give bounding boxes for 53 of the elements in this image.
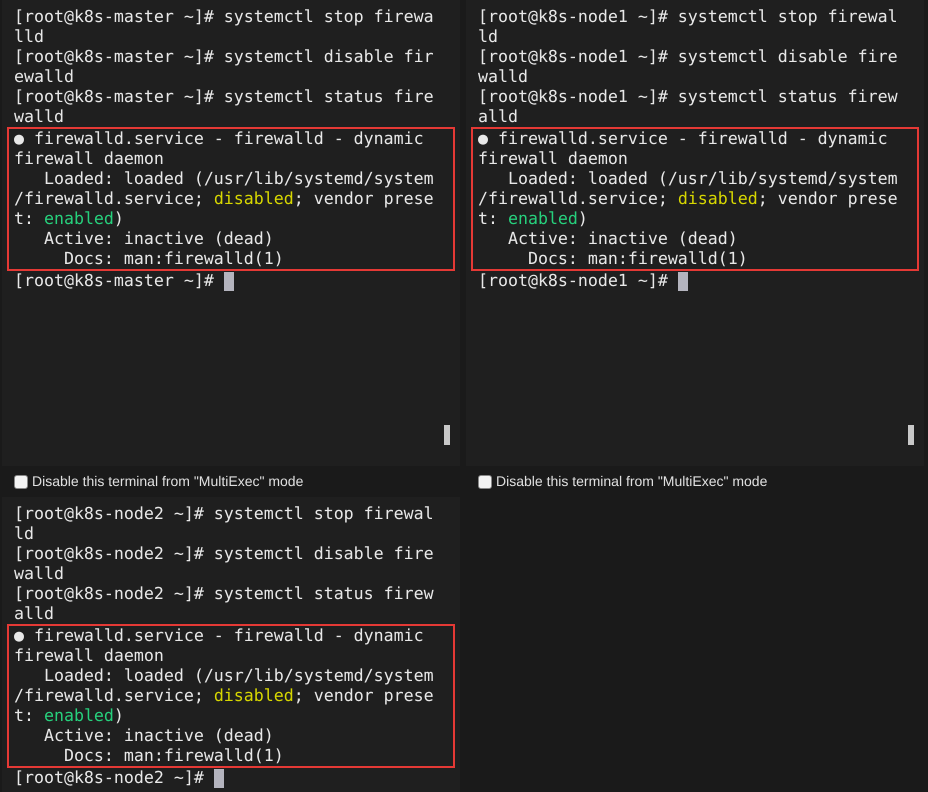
terminal-line: ewalld <box>14 67 74 87</box>
terminal-line: Docs: man:firewalld(1) <box>62 746 284 766</box>
terminal-line: /firewalld.service; disabled; vendor prese <box>478 189 898 209</box>
terminal-pane[interactable] <box>466 0 924 466</box>
terminal-line: ld <box>478 27 498 47</box>
terminal-line: Loaded: loaded (/usr/lib/systemd/system <box>42 666 434 686</box>
terminal-line: Loaded: loaded (/usr/lib/systemd/system <box>506 169 898 189</box>
terminal-line: [root@k8s-master ~]# systemctl stop firewa <box>14 7 434 27</box>
terminal-line: Docs: man:firewalld(1) <box>62 249 284 269</box>
terminal-line: firewall daemon <box>14 646 164 666</box>
terminal-line: walld <box>14 564 64 584</box>
terminal-line: alld <box>14 604 54 624</box>
multiexec-checkbox[interactable]: Disable this terminal from "MultiExec" mode <box>466 466 924 497</box>
scrollbar-thumb[interactable] <box>908 425 914 445</box>
terminal-line: walld <box>14 107 64 127</box>
terminal-line: lld <box>14 27 44 47</box>
terminal-line: t: enabled) <box>14 209 124 229</box>
shell-prompt: [root@k8s-node2 ~]# <box>14 768 205 788</box>
shell-prompt: [root@k8s-master ~]# <box>14 271 215 291</box>
terminal-line: ● firewalld.service - firewalld - dynamic <box>14 129 424 149</box>
terminal-line: /firewalld.service; disabled; vendor prese <box>14 189 434 209</box>
terminal-line: /firewalld.service; disabled; vendor prese <box>14 686 434 706</box>
terminal-line: [root@k8s-node2 ~]# systemctl disable fire <box>14 544 434 564</box>
terminal-line: firewall daemon <box>14 149 164 169</box>
terminal-line: t: enabled) <box>478 209 588 229</box>
terminal-line: [root@k8s-node1 ~]# systemctl status firew <box>478 87 898 107</box>
terminal-line: Docs: man:firewalld(1) <box>526 249 748 269</box>
checkbox-icon[interactable] <box>14 474 28 488</box>
terminal-line: ● firewalld.service - firewalld - dynamic <box>478 129 888 149</box>
checkbox-icon[interactable] <box>478 474 492 488</box>
checkbox-label: Disable this terminal from "MultiExec" mode <box>496 472 768 491</box>
terminal-line: Active: inactive (dead) <box>42 726 274 746</box>
terminal-line: walld <box>478 67 528 87</box>
terminal-line: Loaded: loaded (/usr/lib/systemd/system <box>42 169 434 189</box>
terminal-line: [root@k8s-master ~]# systemctl disable fir <box>14 47 434 67</box>
multiexec-checkbox[interactable]: Disable this terminal from "MultiExec" mode <box>2 466 460 497</box>
terminal-line: [root@k8s-node1 ~]# systemctl disable fire <box>478 47 898 67</box>
terminal-line: [root@k8s-master ~]# systemctl status fire <box>14 87 434 107</box>
terminal-pane[interactable] <box>2 497 460 792</box>
terminal-line: ld <box>14 524 34 544</box>
terminal-pane[interactable] <box>2 0 460 466</box>
terminal-line: Active: inactive (dead) <box>506 229 738 249</box>
shell-prompt: [root@k8s-node1 ~]# <box>478 271 669 291</box>
terminal-line: t: enabled) <box>14 706 124 726</box>
terminal-line: [root@k8s-node2 ~]# systemctl stop firewal <box>14 504 434 524</box>
checkbox-label: Disable this terminal from "MultiExec" mode <box>32 472 304 491</box>
terminal-line: [root@k8s-node1 ~]# systemctl stop firewal <box>478 7 898 27</box>
terminal-line: firewall daemon <box>478 149 628 169</box>
terminal-line: Active: inactive (dead) <box>42 229 274 249</box>
terminal-line: alld <box>478 107 518 127</box>
scrollbar-thumb[interactable] <box>444 425 450 445</box>
terminal-line: ● firewalld.service - firewalld - dynamic <box>14 626 424 646</box>
terminal-line: [root@k8s-node2 ~]# systemctl status firew <box>14 584 434 604</box>
